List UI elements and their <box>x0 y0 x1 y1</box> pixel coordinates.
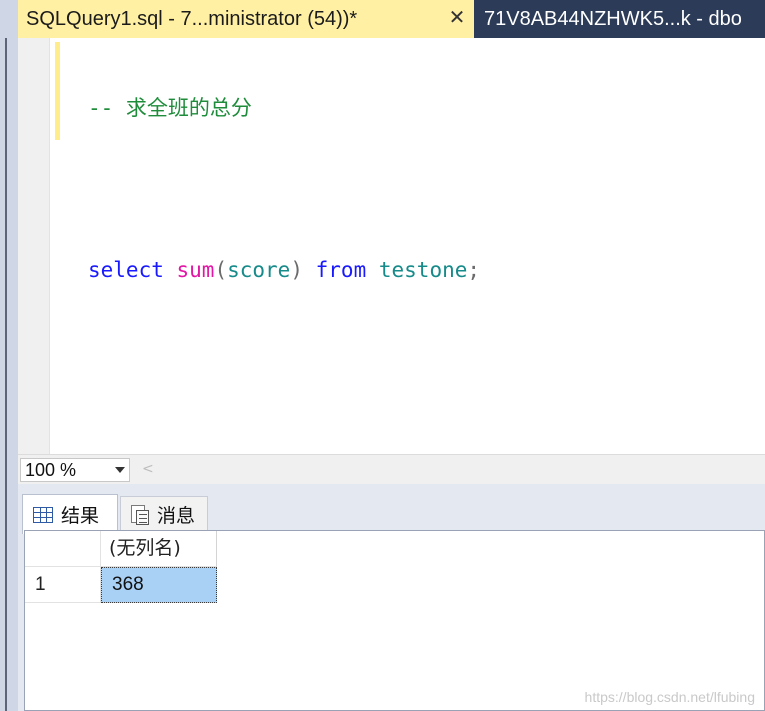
ide-left-chrome <box>0 0 18 711</box>
tab-messages[interactable]: 消息 <box>120 496 208 532</box>
zoom-bar: 100 % < <box>18 454 765 484</box>
frame-border <box>5 38 7 711</box>
tab-messages-label: 消息 <box>157 505 196 527</box>
grid-icon <box>33 506 53 523</box>
tab-table-dbo[interactable]: 71V8AB44NZHWK5...k - dbo <box>474 0 765 38</box>
column-score: score <box>227 258 291 282</box>
query-editor[interactable]: -- 求全班的总分 select sum(score) from testone… <box>18 38 765 454</box>
zoom-dropdown[interactable]: 100 % <box>20 458 130 482</box>
chevron-down-icon[interactable] <box>115 467 125 473</box>
code-line-3: select sum(score) from testone; <box>88 254 480 287</box>
watermark: https://blog.csdn.net/lfubing <box>584 689 755 705</box>
keyword-select: select <box>88 258 164 282</box>
semicolon: ; <box>467 258 481 282</box>
scroll-left-icon[interactable]: < <box>142 461 154 477</box>
code-line-1: -- 求全班的总分 <box>88 92 480 125</box>
results-pane: 结果 消息 (无列名) 1 368 <box>18 484 765 711</box>
code-area[interactable]: -- 求全班的总分 select sum(score) from testone… <box>88 44 480 335</box>
result-cell[interactable]: 368 <box>101 567 217 603</box>
sql-comment: -- 求全班的总分 <box>88 96 252 120</box>
table-testone: testone <box>378 258 468 282</box>
document-tab-strip: SQLQuery1.sql - 7...ministrator (54))* ✕… <box>18 0 765 38</box>
tab-sqlquery1-label: SQLQuery1.sql - 7...ministrator (54))* <box>26 7 358 30</box>
results-grid[interactable]: (无列名) 1 368 <box>24 530 765 711</box>
keyword-from: from <box>315 258 367 282</box>
grid-corner-header[interactable] <box>25 531 101 567</box>
editor-gutter <box>18 38 50 454</box>
messages-icon <box>131 504 149 525</box>
paren-open: ( <box>214 258 228 282</box>
tab-table-dbo-label: 71V8AB44NZHWK5...k - dbo <box>484 7 742 30</box>
row-number[interactable]: 1 <box>25 567 101 603</box>
function-sum: sum <box>176 258 215 282</box>
change-indicator-bar <box>55 42 60 140</box>
tab-results-label: 结果 <box>61 505 100 527</box>
column-header[interactable]: (无列名) <box>101 531 217 567</box>
paren-close: ) <box>290 258 303 282</box>
tab-sqlquery1[interactable]: SQLQuery1.sql - 7...ministrator (54))* ✕ <box>18 0 474 38</box>
zoom-value: 100 % <box>25 460 77 480</box>
results-tab-strip: 结果 消息 <box>18 490 765 534</box>
tab-results[interactable]: 结果 <box>22 494 118 534</box>
close-icon[interactable]: ✕ <box>446 7 468 29</box>
